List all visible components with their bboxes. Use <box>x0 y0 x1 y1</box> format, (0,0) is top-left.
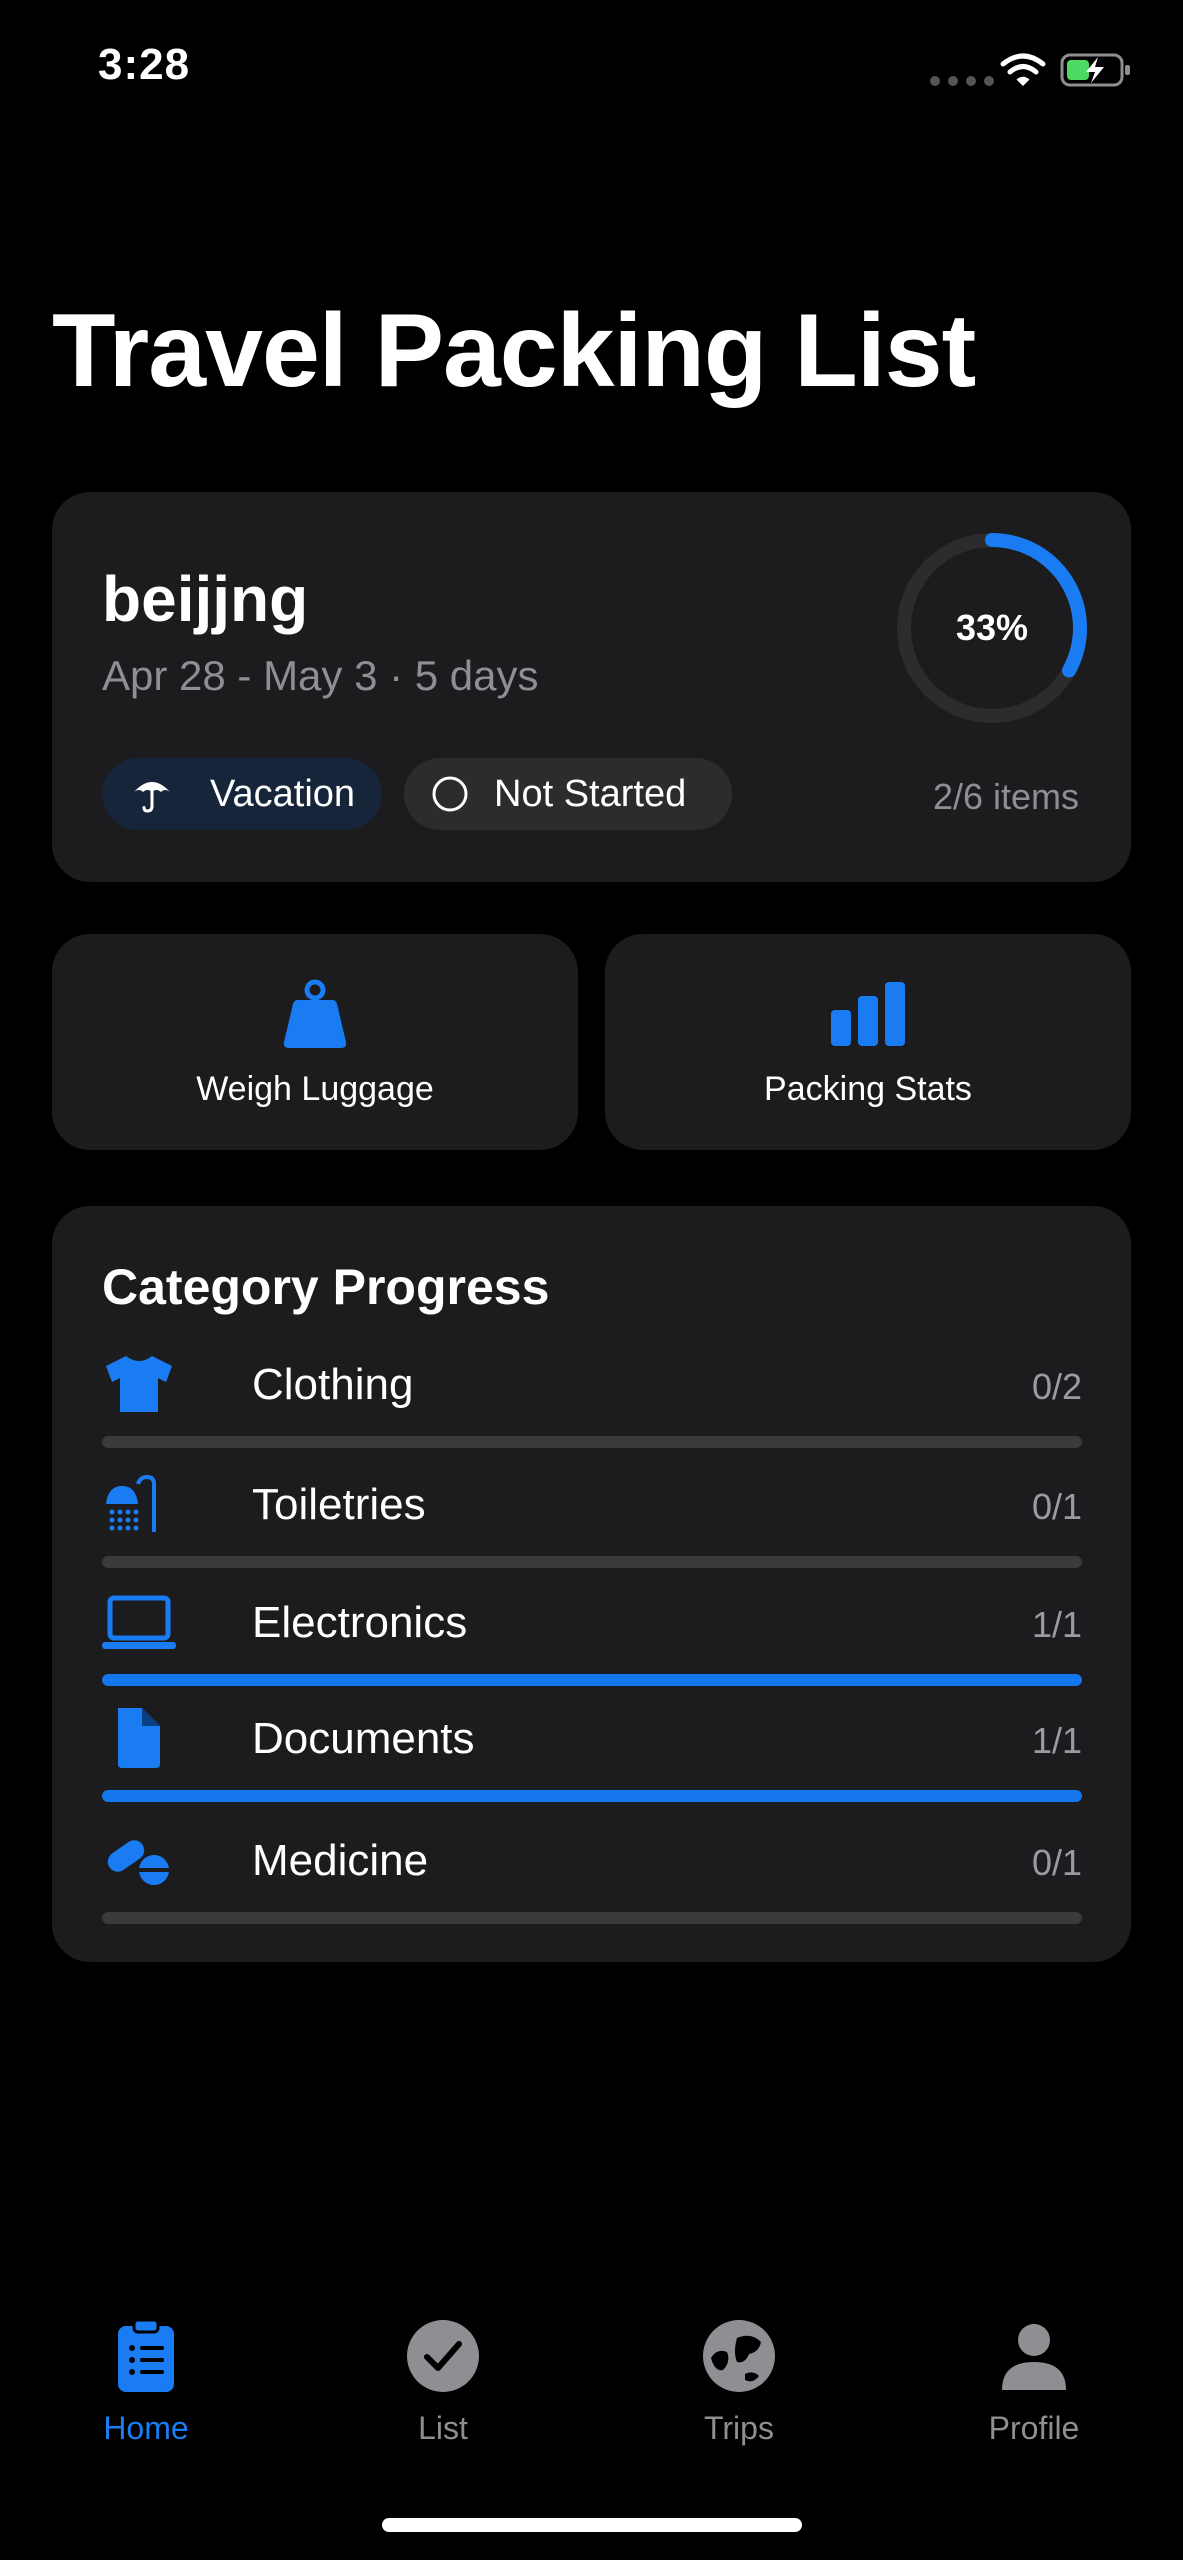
document-icon <box>118 1708 160 1768</box>
shower-icon <box>106 1474 156 1532</box>
progress-percent: 33% <box>955 607 1029 648</box>
category-name: Clothing <box>252 1360 414 1409</box>
category-count: 1/1 <box>1031 1604 1082 1645</box>
category-name: Electronics <box>252 1598 468 1647</box>
tab-label: Home <box>103 2410 189 2446</box>
category-name: Toiletries <box>252 1480 426 1529</box>
trip-dates: Apr 28 - May 3 · 5 days <box>102 652 539 699</box>
category-progress-bar <box>102 1674 1082 1686</box>
category-count: 1/1 <box>1031 1720 1082 1761</box>
bar-chart-icon <box>831 982 905 1046</box>
clipboard-icon <box>118 2318 174 2392</box>
category-row-toiletries[interactable]: Toiletries 0/1 <box>102 1474 1082 1584</box>
cellular-signal-icon <box>930 76 994 86</box>
tshirt-icon <box>106 1356 172 1412</box>
tab-label: Trips <box>704 2410 774 2446</box>
category-progress-bar <box>102 1790 1082 1802</box>
person-icon <box>1002 2324 1066 2390</box>
category-count: 0/2 <box>1031 1366 1082 1407</box>
tab-profile[interactable]: Profile <box>934 2318 1134 2447</box>
category-count: 0/1 <box>1031 1486 1082 1527</box>
category-row-clothing[interactable]: Clothing 0/2 <box>102 1354 1082 1464</box>
weigh-luggage-button[interactable]: Weigh Luggage <box>52 934 578 1150</box>
packed-items-count: 2/6 items <box>932 776 1079 817</box>
category-progress-bar <box>102 1556 1082 1568</box>
trip-status-badge: Not Started <box>404 758 732 830</box>
trip-type-badge: Vacation <box>102 758 382 830</box>
weigh-luggage-label: Weigh Luggage <box>196 1070 434 1108</box>
category-row-medicine[interactable]: Medicine 0/1 <box>102 1830 1082 1940</box>
status-time: 3:28 <box>98 40 191 89</box>
wifi-icon <box>1000 53 1046 86</box>
category-progress-bar <box>102 1436 1082 1448</box>
category-progress-title: Category Progress <box>102 1259 550 1315</box>
category-progress-bar <box>102 1912 1082 1924</box>
trip-name: beijjng <box>102 563 309 635</box>
page-title: Travel Packing List <box>52 293 976 409</box>
laptop-icon <box>102 1595 176 1649</box>
packing-stats-button[interactable]: Packing Stats <box>605 934 1131 1150</box>
category-row-documents[interactable]: Documents 1/1 <box>102 1708 1082 1818</box>
pills-icon <box>107 1840 169 1885</box>
home-indicator <box>382 2518 802 2532</box>
trip-type-label: Vacation <box>210 772 356 815</box>
tab-home[interactable]: Home <box>46 2318 246 2447</box>
tab-label: List <box>418 2410 468 2446</box>
category-count: 0/1 <box>1031 1842 1082 1883</box>
tab-label: Profile <box>988 2410 1080 2446</box>
packing-stats-label: Packing Stats <box>764 1070 972 1108</box>
checkmark-circle-icon <box>407 2320 479 2392</box>
category-row-electronics[interactable]: Electronics 1/1 <box>102 1592 1082 1702</box>
umbrella-icon <box>134 782 170 813</box>
tab-list[interactable]: List <box>343 2318 543 2447</box>
category-name: Documents <box>252 1714 475 1763</box>
tab-trips[interactable]: Trips <box>639 2318 839 2447</box>
category-name: Medicine <box>252 1836 429 1885</box>
weight-icon <box>283 979 347 1048</box>
trip-status-label: Not Started <box>494 772 687 815</box>
globe-icon <box>703 2320 775 2392</box>
trip-summary-card[interactable]: beijjng Apr 28 - May 3 · 5 days Vacation… <box>52 492 1131 882</box>
battery-charging-icon <box>1060 53 1130 87</box>
category-progress-card: Category Progress Clothing 0/2 Toiletrie… <box>52 1206 1131 1962</box>
circle-icon <box>432 776 468 812</box>
